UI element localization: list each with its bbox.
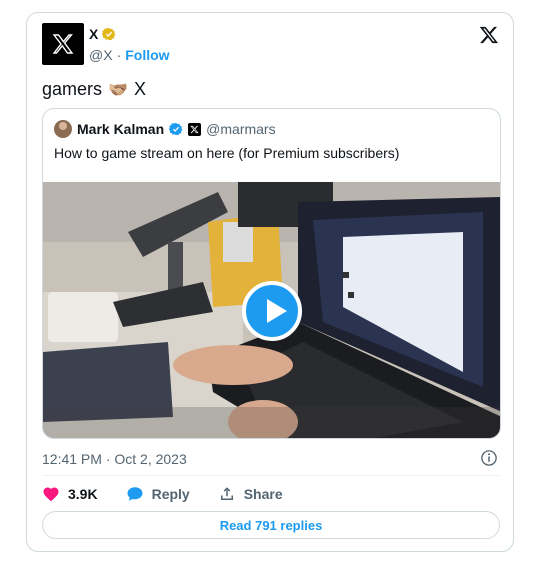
tweet-text-end: X (133, 79, 146, 99)
author-name-row: X (89, 26, 116, 42)
reply-bubble-icon (127, 487, 143, 501)
like-count: 3.9K (68, 486, 98, 502)
x-logo-icon[interactable] (479, 25, 499, 45)
author-handle[interactable]: @X (89, 47, 113, 63)
x-logo-icon (52, 34, 74, 54)
handshake-emoji: 🫱🏼‍🫲🏽 (108, 81, 128, 99)
embedded-tweet-card: X @X · Follow gamers 🫱🏼‍🫲🏽 X Mark Kalman (26, 12, 514, 552)
divider (42, 475, 500, 476)
reply-button[interactable]: Reply (126, 485, 190, 503)
quoted-tweet[interactable]: Mark Kalman @marmars How to game stream … (42, 108, 501, 439)
tweet-text: gamers 🫱🏼‍🫲🏽 X (42, 79, 146, 100)
quoted-author-name[interactable]: Mark Kalman (77, 121, 164, 137)
tweet-timestamp[interactable]: 12:41 PM · Oct 2, 2023 (42, 451, 187, 467)
play-button[interactable] (242, 281, 302, 341)
author-avatar[interactable] (42, 23, 84, 65)
share-label: Share (243, 486, 283, 502)
separator-dot: · (116, 47, 122, 63)
quoted-header: Mark Kalman @marmars (54, 120, 276, 138)
gold-verified-icon (102, 27, 116, 41)
share-icon (220, 487, 233, 500)
heart-icon (43, 487, 59, 502)
video-player[interactable] (43, 182, 500, 438)
quoted-tweet-text: How to game stream on here (for Premium … (54, 145, 400, 161)
like-button[interactable]: 3.9K (42, 485, 98, 503)
author-handle-row: @X · Follow (89, 47, 170, 63)
author-name[interactable]: X (89, 26, 98, 42)
info-icon[interactable] (480, 449, 498, 467)
blue-verified-icon (169, 122, 183, 136)
quoted-avatar[interactable] (54, 120, 72, 138)
tweet-text-start: gamers (42, 79, 103, 99)
follow-button[interactable]: Follow (125, 47, 169, 63)
x-affiliate-badge-icon (188, 122, 202, 136)
share-button[interactable]: Share (218, 485, 283, 503)
quoted-author-handle[interactable]: @marmars (206, 121, 275, 137)
reply-label: Reply (151, 486, 190, 502)
action-bar: 3.9K Reply Share (42, 485, 311, 503)
read-replies-button[interactable]: Read 791 replies (42, 511, 500, 539)
